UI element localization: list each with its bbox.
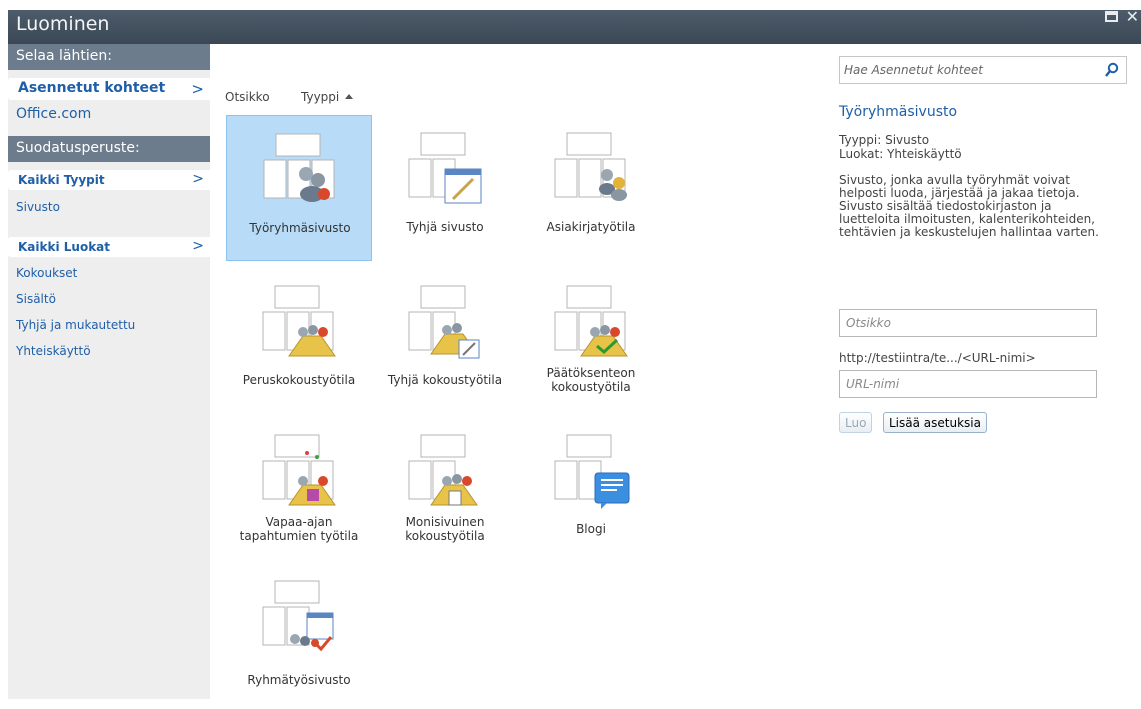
template-label-line2: kokoustyötila bbox=[551, 380, 631, 394]
blank-meeting-icon bbox=[408, 285, 480, 359]
create-button[interactable]: Luo bbox=[839, 412, 873, 433]
template-type: Tyyppi: Sivusto bbox=[839, 133, 930, 147]
title-input[interactable] bbox=[840, 310, 1096, 336]
template-label: Asiakirjatyötila bbox=[546, 220, 636, 234]
sort-ascending-icon bbox=[345, 94, 354, 99]
filter-sidebar: Selaa lähtien: Asennetut kohteet > Offic… bbox=[8, 44, 210, 699]
sort-type-label: Tyyppi bbox=[301, 90, 340, 104]
chevron-right-icon: > bbox=[191, 80, 204, 98]
template-tile-document-workspace[interactable]: Asiakirjatyötila bbox=[518, 115, 664, 261]
sort-by-type[interactable]: Tyyppi bbox=[301, 90, 354, 104]
browse-header: Selaa lähtien: bbox=[8, 44, 210, 70]
search-icon[interactable] bbox=[1104, 62, 1120, 78]
category-link-kokoukset[interactable]: Kokoukset bbox=[16, 266, 77, 280]
sort-by-title[interactable]: Otsikko bbox=[225, 90, 270, 104]
browse-installed-items[interactable]: Asennetut kohteet > bbox=[8, 78, 210, 100]
template-tile-multipage-meeting[interactable]: Monisivuinen kokoustyötila bbox=[372, 417, 518, 563]
blog-icon bbox=[554, 434, 630, 509]
social-meeting-icon bbox=[262, 434, 336, 506]
group-work-site-icon bbox=[262, 580, 334, 652]
template-label-line1: Päätöksenteon bbox=[546, 366, 636, 380]
filter-type-sivusto[interactable]: Sivusto bbox=[16, 200, 60, 214]
url-field bbox=[839, 370, 1097, 398]
search-box bbox=[839, 56, 1127, 84]
more-options-button[interactable]: Lisää asetuksia bbox=[883, 412, 987, 433]
template-label-line2: tapahtumien työtila bbox=[239, 529, 359, 543]
search-input[interactable] bbox=[840, 57, 1090, 83]
template-label: Tyhjä sivusto bbox=[406, 220, 484, 234]
category-link-sisalto[interactable]: Sisältö bbox=[16, 292, 56, 306]
template-tile-blank-meeting[interactable]: Tyhjä kokoustyötila bbox=[372, 268, 518, 414]
template-label: Työryhmäsivusto bbox=[249, 221, 351, 235]
template-meta: Tyyppi: Sivusto Luokat: Yhteiskäyttö bbox=[839, 133, 962, 161]
chevron-right-icon: > bbox=[192, 238, 204, 254]
team-site-icon bbox=[263, 133, 335, 202]
template-tile-blog[interactable]: Blogi bbox=[518, 417, 664, 563]
all-types-label: Kaikki Tyypit bbox=[18, 173, 105, 187]
template-label: Peruskokoustyötila bbox=[242, 373, 356, 387]
url-name-input[interactable] bbox=[840, 371, 1096, 397]
category-link-yhteiskaytto[interactable]: Yhteiskäyttö bbox=[16, 344, 91, 358]
template-category: Luokat: Yhteiskäyttö bbox=[839, 147, 962, 161]
document-workspace-icon bbox=[554, 132, 627, 201]
template-label-line1: Vapaa-ajan bbox=[265, 515, 333, 529]
template-tile-decision-meeting[interactable]: Päätöksenteon kokoustyötila bbox=[518, 268, 664, 414]
template-tile-team-site[interactable]: Työryhmäsivusto bbox=[226, 115, 372, 261]
category-link-tyhja[interactable]: Tyhjä ja mukautettu bbox=[16, 318, 135, 332]
template-tile-social-meeting[interactable]: Vapaa-ajan tapahtumien työtila bbox=[226, 417, 372, 563]
meeting-workspace-icon bbox=[262, 285, 336, 357]
blank-site-icon bbox=[408, 132, 482, 204]
title-field bbox=[839, 309, 1097, 337]
chevron-right-icon: > bbox=[192, 171, 204, 187]
browse-installed-label: Asennetut kohteet bbox=[18, 80, 166, 96]
decision-meeting-icon bbox=[554, 285, 628, 357]
details-pane: Työryhmäsivusto Tyyppi: Sivusto Luokat: … bbox=[815, 44, 1141, 699]
template-gallery: Otsikko Tyyppi Työryhmäsivusto Tyhjä siv… bbox=[210, 44, 815, 699]
template-label: Blogi bbox=[576, 522, 606, 536]
filter-header: Suodatusperuste: bbox=[8, 136, 210, 162]
close-icon[interactable]: ✕ bbox=[1126, 7, 1139, 26]
template-description: Sivusto, jonka avulla työryhmät voivat h… bbox=[839, 173, 1099, 239]
template-label: Tyhjä kokoustyötila bbox=[387, 373, 503, 387]
url-prefix: http://testiintra/te.../<URL-nimi> bbox=[839, 351, 1036, 365]
template-tile-group-work-site[interactable]: Ryhmätyösivusto bbox=[226, 563, 372, 709]
filter-all-categories[interactable]: Kaikki Luokat > bbox=[8, 237, 210, 257]
maximize-icon[interactable] bbox=[1104, 11, 1118, 22]
template-tile-blank-site[interactable]: Tyhjä sivusto bbox=[372, 115, 518, 261]
template-tile-basic-meeting[interactable]: Peruskokoustyötila bbox=[226, 268, 372, 414]
template-label-line1: Monisivuinen bbox=[405, 515, 485, 529]
filter-all-types[interactable]: Kaikki Tyypit > bbox=[8, 170, 210, 190]
dialog-titlebar: Luominen ✕ bbox=[8, 7, 1141, 44]
multipage-meeting-icon bbox=[408, 434, 478, 506]
selected-template-title: Työryhmäsivusto bbox=[839, 104, 958, 120]
dialog-title: Luominen bbox=[16, 13, 110, 35]
all-categories-label: Kaikki Luokat bbox=[18, 240, 111, 254]
browse-office-com-link[interactable]: Office.com bbox=[16, 106, 91, 122]
template-label-line2: kokoustyötila bbox=[405, 529, 485, 543]
template-label: Ryhmätyösivusto bbox=[247, 673, 351, 687]
